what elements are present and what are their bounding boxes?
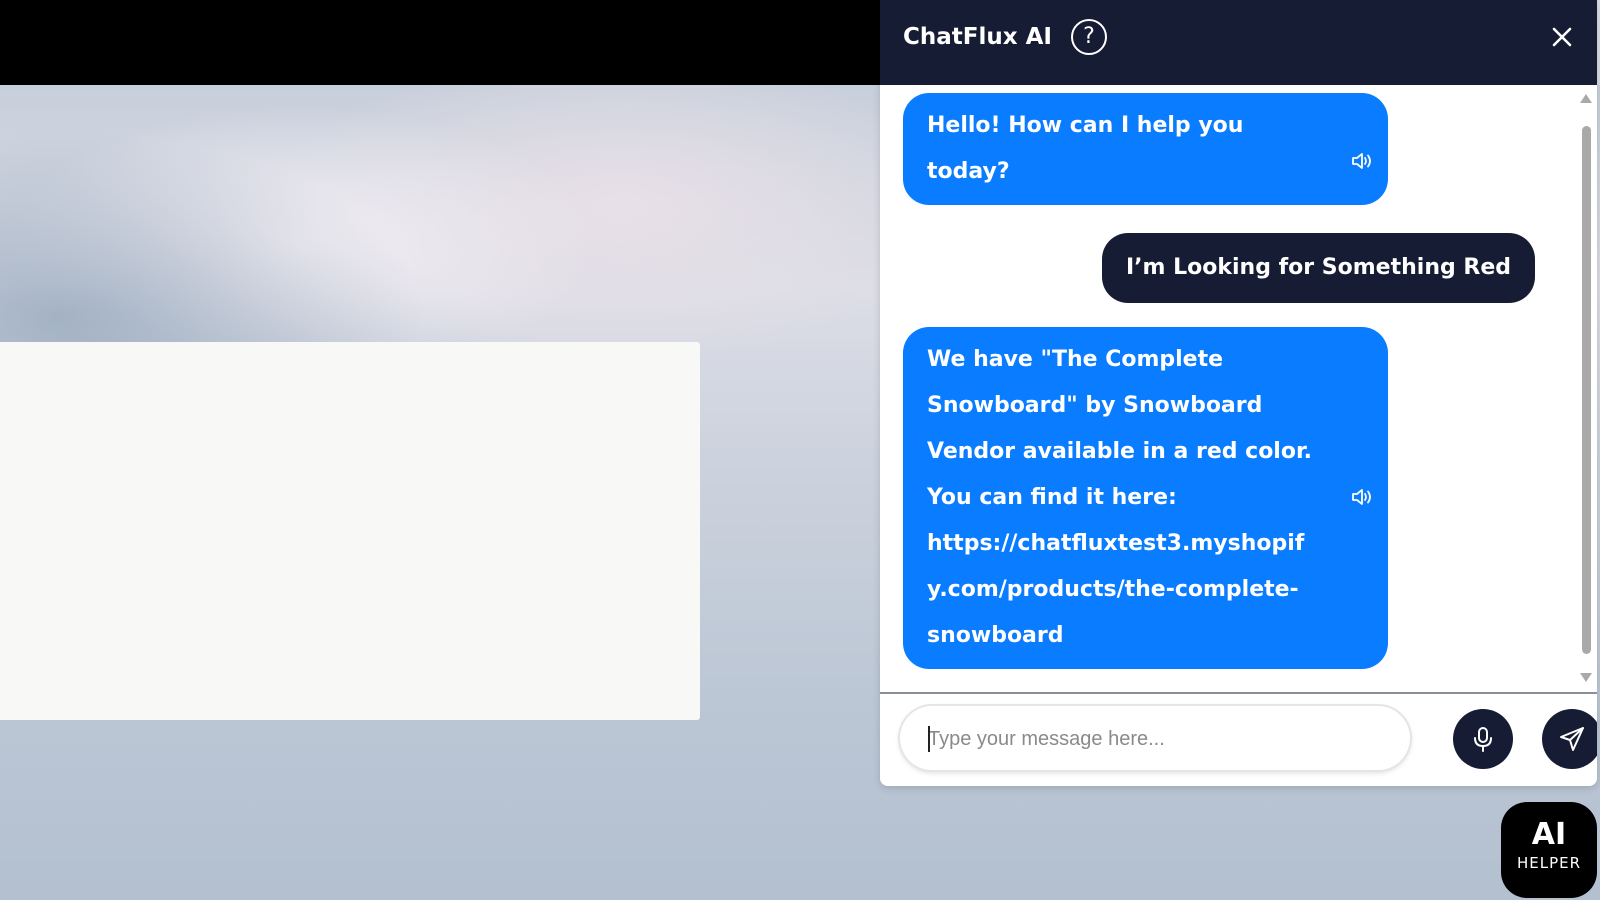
chat-title: ChatFlux AI: [903, 24, 1052, 50]
send-button[interactable]: [1542, 709, 1597, 769]
content-panel: [0, 342, 700, 720]
message-composer: [880, 694, 1597, 786]
user-message: I’m Looking for Something Red: [1101, 233, 1535, 303]
speaker-icon[interactable]: [1350, 151, 1374, 171]
message-list[interactable]: Hello! How can I help you today? I’m Loo…: [880, 85, 1580, 692]
microphone-button[interactable]: [1453, 709, 1513, 769]
close-icon[interactable]: [1547, 22, 1577, 52]
scroll-up-arrow[interactable]: [1580, 94, 1592, 103]
bot-message: We have "The Complete Snowboard" by Snow…: [903, 327, 1388, 669]
ai-helper-subtitle: HELPER: [1516, 854, 1582, 872]
question-circle-icon[interactable]: ?: [1071, 19, 1107, 55]
scroll-thumb[interactable]: [1582, 126, 1591, 654]
ai-helper-button[interactable]: AI HELPER: [1501, 802, 1597, 898]
message-text: Hello! How can I help you today?: [927, 113, 1244, 184]
chat-widget: ChatFlux AI ? Hello! How can I help you …: [880, 0, 1597, 786]
send-icon: [1560, 727, 1584, 751]
ai-helper-title: AI: [1531, 817, 1567, 852]
speaker-icon[interactable]: [1350, 487, 1374, 507]
microphone-icon: [1474, 727, 1492, 752]
message-text: I’m Looking for Something Red: [1125, 255, 1511, 280]
bot-message: Hello! How can I help you today?: [903, 93, 1388, 205]
scrollbar[interactable]: [1579, 88, 1593, 688]
chat-header: ChatFlux AI ?: [880, 0, 1597, 85]
message-input[interactable]: [926, 716, 1390, 762]
page: ChatFlux AI ? Hello! How can I help you …: [0, 0, 1600, 900]
text-caret: [928, 726, 930, 752]
message-text: We have "The Complete Snowboard" by Snow…: [927, 347, 1313, 648]
top-bar: [0, 0, 880, 85]
message-input-wrapper[interactable]: [900, 706, 1410, 770]
scroll-down-arrow[interactable]: [1580, 673, 1592, 682]
